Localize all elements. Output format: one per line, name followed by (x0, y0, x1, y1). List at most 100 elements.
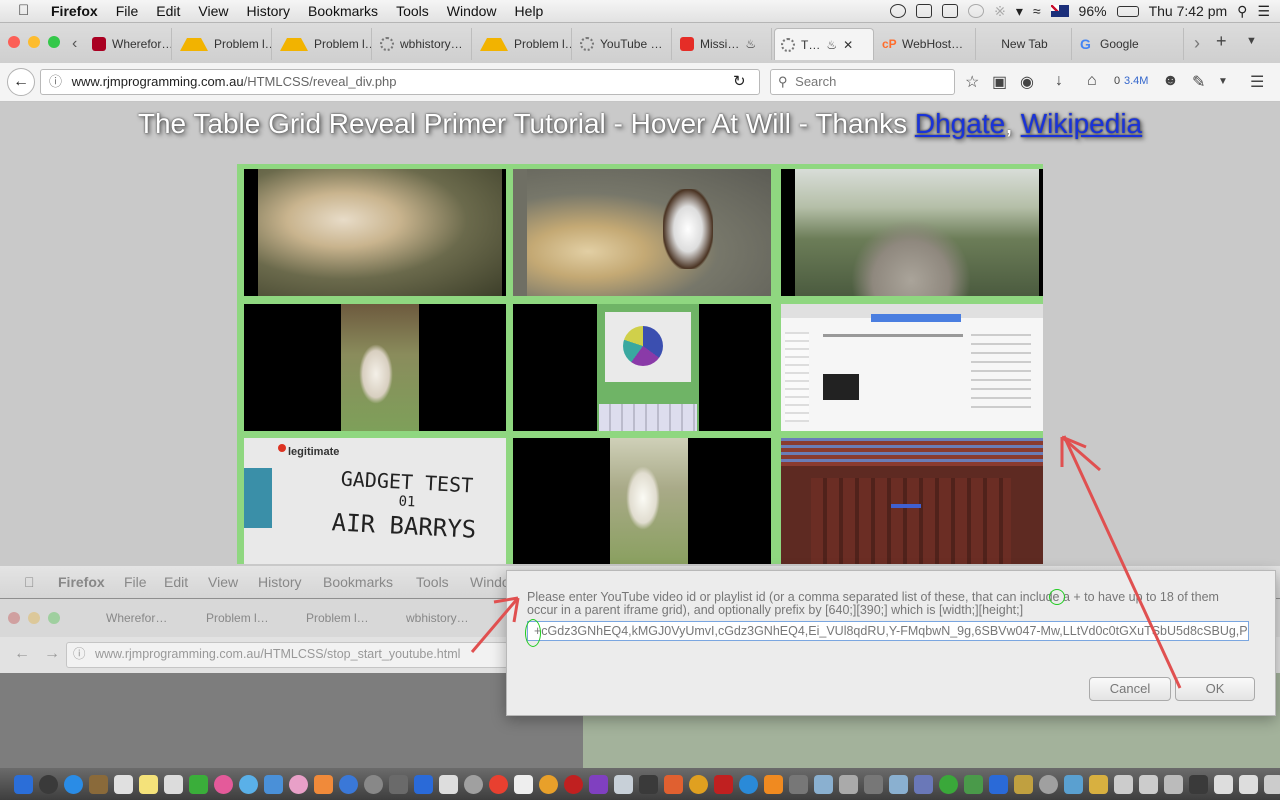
status-o-icon[interactable] (890, 4, 907, 18)
notes-icon[interactable] (139, 774, 158, 794)
firefox-icon[interactable] (539, 774, 558, 794)
star-app-icon[interactable] (589, 774, 608, 794)
app-store-icon[interactable] (339, 774, 358, 794)
info-icon[interactable]: ⓘ (49, 74, 62, 89)
tab-6[interactable]: YouTube … (574, 28, 672, 60)
grid-cell-4[interactable] (244, 304, 506, 431)
tab-7[interactable]: Missi… ♨ (674, 28, 772, 60)
downloads-icon[interactable]: ↓ (1055, 72, 1063, 90)
wifi-icon[interactable]: ≈ (1033, 3, 1041, 19)
status-box-icon[interactable] (916, 4, 933, 18)
menu-view[interactable]: View (189, 0, 237, 22)
preview-icon[interactable] (614, 774, 633, 794)
close-window-icon[interactable] (8, 36, 20, 48)
android-icon[interactable] (939, 774, 958, 794)
glasses-icon[interactable] (1039, 774, 1058, 794)
grid-cell-9[interactable] (781, 438, 1043, 564)
vlc-icon[interactable] (764, 774, 783, 794)
audio-playing-icon[interactable]: ♨ (826, 38, 837, 52)
launchpad-icon[interactable] (39, 774, 58, 794)
audio-playing-icon[interactable]: ♨ (745, 37, 756, 51)
tab-scroll-right-icon[interactable]: › (1194, 33, 1200, 54)
flag-icon[interactable] (1050, 5, 1069, 17)
tab-5[interactable]: Problem l… (474, 28, 572, 60)
apple-icon[interactable]:  (18, 0, 36, 22)
tab-11[interactable]: G Google (1074, 28, 1184, 60)
volume-icon[interactable]: ▾ (1016, 3, 1023, 20)
close-tab-icon[interactable]: ✕ (843, 38, 853, 52)
chat-icon[interactable]: ☻ (1162, 72, 1179, 90)
safari-icon[interactable] (64, 774, 83, 794)
cube-icon[interactable] (889, 774, 908, 794)
edge-icon[interactable] (739, 774, 758, 794)
back-button[interactable]: ← (7, 68, 35, 96)
grid-cell-6[interactable] (781, 304, 1043, 431)
spotlight-icon[interactable]: ⚲ (1237, 3, 1247, 20)
minimized-window-3-icon[interactable] (1164, 774, 1183, 794)
bluetooth-icon[interactable]: ※ (994, 3, 1006, 20)
home-icon[interactable]: ⌂ (1087, 72, 1097, 90)
yellow-app-icon[interactable] (1014, 774, 1033, 794)
photos-icon[interactable] (214, 774, 233, 794)
menu-bookmarks[interactable]: Bookmarks (299, 0, 387, 22)
finder-icon[interactable] (14, 774, 33, 794)
list-all-tabs-icon[interactable]: ▼ (1246, 35, 1257, 47)
minimized-window-1-icon[interactable] (1114, 774, 1133, 794)
tab-4[interactable]: wbhistory… (374, 28, 472, 60)
pocket-icon[interactable]: ◉ (1020, 72, 1034, 92)
dhgate-link[interactable]: Dhgate (915, 108, 1005, 139)
firefox-dev-icon[interactable] (689, 774, 708, 794)
chrome-icon[interactable] (489, 774, 508, 794)
minimized-window-6-icon[interactable] (1239, 774, 1258, 794)
reading-list-icon[interactable]: ▣ (992, 72, 1007, 92)
counter-value[interactable]: 3.4M (1124, 75, 1148, 87)
xcode-icon[interactable] (414, 774, 433, 794)
help-2-icon[interactable] (864, 774, 883, 794)
textedit-icon[interactable] (439, 774, 458, 794)
toolbar-dropdown-icon[interactable]: ▼ (1218, 76, 1228, 87)
help-icon[interactable] (789, 774, 808, 794)
new-tab-icon[interactable]: + (1216, 31, 1227, 52)
document-icon[interactable] (514, 774, 533, 794)
menu-window[interactable]: Window (438, 0, 506, 22)
itunes-icon[interactable] (289, 774, 308, 794)
menu-edit[interactable]: Edit (147, 0, 189, 22)
minimized-window-4-icon[interactable] (1189, 774, 1208, 794)
battery-icon[interactable] (1116, 5, 1139, 17)
calendar-icon[interactable] (114, 774, 133, 794)
disk-utility-icon[interactable] (464, 774, 483, 794)
green-app-icon[interactable] (964, 774, 983, 794)
menu-file[interactable]: File (107, 0, 148, 22)
tab-2[interactable]: Problem l… (174, 28, 272, 60)
filezilla-2-icon[interactable] (714, 774, 733, 794)
facetime-icon[interactable] (239, 774, 258, 794)
network-icon[interactable] (989, 774, 1008, 794)
grid-cell-1[interactable] (244, 169, 506, 296)
wikipedia-link[interactable]: Wikipedia (1021, 108, 1142, 139)
tab-10[interactable]: New Tab (978, 28, 1072, 60)
search-box[interactable]: ⚲ Search (770, 69, 955, 95)
system-preferences-icon[interactable] (364, 774, 383, 794)
tab-3[interactable]: Problem l… (274, 28, 372, 60)
grid-cell-3[interactable] (781, 169, 1043, 296)
keynote-icon[interactable] (264, 774, 283, 794)
grid-cell-5[interactable] (513, 304, 771, 431)
notification-list-icon[interactable]: ☰ (1257, 3, 1270, 20)
airplay-icon[interactable] (942, 4, 959, 18)
zoom-window-icon[interactable] (48, 36, 60, 48)
minimized-window-7-icon[interactable] (1264, 774, 1280, 794)
menu-history[interactable]: History (237, 0, 299, 22)
contacts-icon[interactable] (89, 774, 108, 794)
menu-help[interactable]: Help (506, 0, 553, 22)
clock[interactable]: Thu 7:42 pm (1149, 3, 1228, 19)
ibooks-icon[interactable] (314, 774, 333, 794)
terminal-icon[interactable] (639, 774, 658, 794)
minimize-window-icon[interactable] (28, 36, 40, 48)
reminders-icon[interactable] (164, 774, 183, 794)
tab-8-active[interactable]: T… ♨ ✕ (774, 28, 874, 60)
menu-tools[interactable]: Tools (387, 0, 438, 22)
minimized-window-2-icon[interactable] (1139, 774, 1158, 794)
unknown-app-icon[interactable] (839, 774, 858, 794)
grid-cell-2[interactable] (513, 169, 771, 296)
reload-icon[interactable]: ↻ (733, 70, 746, 94)
